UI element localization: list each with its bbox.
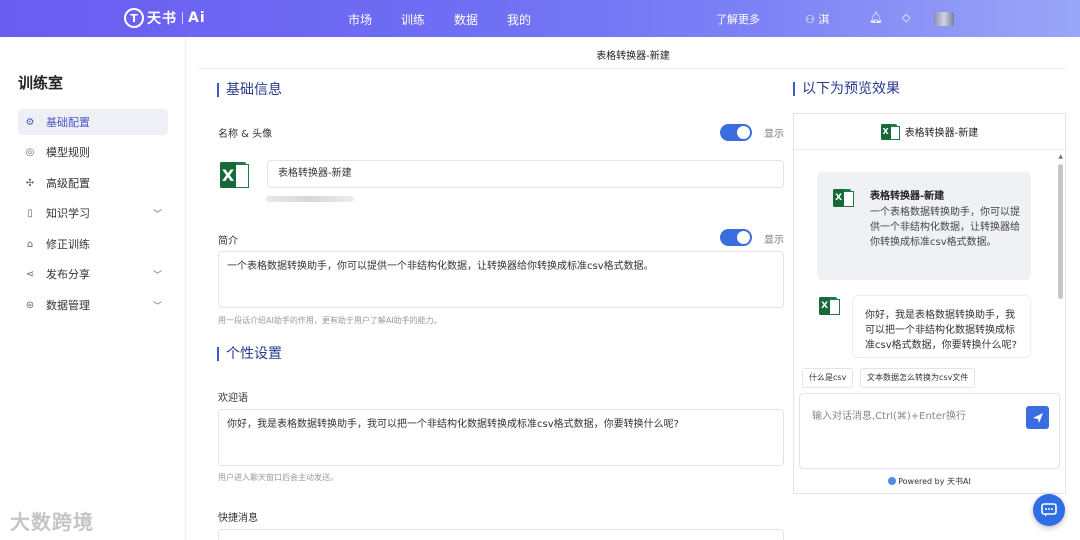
powered-text: Powered by 天书AI (898, 477, 971, 486)
bot-card-name: 表格转换器-新建 (870, 191, 945, 202)
top-nav-bar: T 天书 Ai 市场 训练 数据 我的 了解更多 ⚇ 淇 🔔︎ ◇ (0, 0, 1080, 37)
user-menu[interactable]: ⚇ 淇 (805, 11, 829, 27)
user-icon: ⚇ (805, 13, 815, 26)
main-content: 表格转换器-新建 基础信息 名称 & 头像 显示 X 表格转换器-新建 简介 显… (186, 37, 1080, 540)
learn-more-link[interactable]: 了解更多 (716, 11, 760, 27)
chat-input[interactable]: 输入对话消息,Ctrl(⌘)+Enter换行 (799, 393, 1060, 469)
preview-bot-name: 表格转换器-新建 (904, 128, 979, 139)
brand-logo[interactable]: T 天书 Ai (124, 8, 206, 28)
nav-training[interactable]: 训练 (401, 11, 425, 28)
sidebar: 训练室 ⚙ 基础配置 ◎ 模型规则 ✣ 高级配置 ▯ 知识学习 ﹀ ⌂ 修正训练… (0, 37, 186, 540)
divider (198, 68, 1066, 69)
welcome-hint: 用户进入聊天窗口后会主动发送。 (218, 473, 338, 482)
page-title: 表格转换器-新建 (596, 51, 670, 62)
sidebar-item-label: 修正训练 (46, 238, 90, 251)
sidebar-item-label: 模型规则 (46, 146, 90, 159)
preview-header: X 表格转换器-新建 (794, 114, 1065, 150)
intro-label: 简介 (218, 236, 238, 247)
welcome-message-bubble: 你好，我是表格数据转换助手，我可以把一个非结构化数据转换成标准csv格式数据，你… (852, 295, 1031, 358)
name-show-toggle[interactable] (720, 124, 752, 141)
sidebar-item-label: 基础配置 (46, 116, 90, 129)
quick-chip-what-is-csv[interactable]: 什么是csv (802, 368, 854, 388)
scroll-up-icon[interactable]: ▲ (1058, 153, 1063, 160)
welcome-label: 欢迎语 (218, 393, 248, 404)
section-title-preview: 以下为预览效果 (793, 82, 900, 96)
chat-support-button[interactable] (1033, 494, 1065, 526)
blurred-text (266, 196, 354, 202)
brand-dot-icon (888, 477, 897, 485)
sidebar-item-knowledge[interactable]: ▯ 知识学习 ﹀ (18, 200, 168, 226)
welcome-textarea[interactable]: 你好，我是表格数据转换助手，我可以把一个非结构化数据转换成标准csv格式数据，你… (218, 409, 784, 466)
preview-scrollbar[interactable] (1058, 164, 1063, 299)
sidebar-item-label: 数据管理 (46, 299, 90, 312)
nav-data[interactable]: 数据 (454, 11, 478, 28)
chevron-down-icon: ﹀ (152, 209, 162, 220)
main-nav: 市场 训练 数据 我的 (348, 11, 560, 28)
bot-card-desc: 一个表格数据转换助手，你可以提供一个非结构化数据，让转换器给你转换成标准csv格… (870, 207, 1020, 248)
watermark: 大数跨境 (10, 510, 94, 534)
quick-message-input[interactable] (218, 529, 784, 540)
intro-hint: 用一段话介绍AI助手的作用，更有助于用户了解AI助手的能力。 (218, 316, 442, 325)
section-title-personal: 个性设置 (217, 347, 282, 361)
quick-chip-convert-text[interactable]: 文本数据怎么转换为csv文件 (860, 368, 976, 388)
send-button[interactable] (1026, 406, 1049, 429)
powered-by: Powered by 天书AI (794, 476, 1065, 487)
name-avatar-label: 名称 & 头像 (218, 129, 273, 140)
nav-mine[interactable]: 我的 (507, 11, 531, 28)
sidebar-item-label: 发布分享 (46, 268, 90, 281)
database-icon: ⊜ (25, 299, 35, 311)
target-icon: ◎ (25, 146, 35, 158)
sidebar-item-data-manage[interactable]: ⊜ 数据管理 ﹀ (18, 292, 168, 318)
diamond-icon[interactable]: ◇ (902, 11, 910, 24)
chevron-down-icon: ﹀ (152, 270, 162, 281)
bot-intro-card: X 表格转换器-新建 一个表格数据转换助手，你可以提供一个非结构化数据，让转换器… (817, 172, 1031, 280)
sidebar-title: 训练室 (18, 74, 64, 92)
nav-market[interactable]: 市场 (348, 11, 372, 28)
brand-ai: Ai (188, 10, 206, 26)
sidebar-item-label: 知识学习 (46, 207, 90, 220)
name-input[interactable]: 表格转换器-新建 (267, 160, 784, 188)
sidebar-item-advanced-config[interactable]: ✣ 高级配置 (18, 170, 168, 196)
intro-show-label: 显示 (764, 235, 784, 246)
sidebar-item-correction[interactable]: ⌂ 修正训练 (18, 231, 168, 257)
sidebar-item-publish[interactable]: ⋖ 发布分享 ﹀ (18, 261, 168, 287)
avatar[interactable] (934, 12, 954, 26)
gear-icon: ⚙ (25, 116, 35, 128)
chevron-down-icon: ﹀ (152, 301, 162, 312)
logo-mark-icon: T (124, 8, 144, 28)
quick-message-label: 快捷消息 (218, 513, 258, 524)
excel-icon: X (880, 123, 900, 140)
bell-icon[interactable]: 🔔︎ (869, 11, 883, 24)
bot-avatar-icon: X (819, 297, 840, 315)
excel-avatar-icon[interactable]: X (220, 162, 249, 188)
intro-show-toggle[interactable] (720, 229, 752, 246)
name-show-label: 显示 (764, 129, 784, 140)
intro-textarea[interactable]: 一个表格数据转换助手，你可以提供一个非结构化数据，让转换器给你转换成标准csv格… (218, 251, 784, 308)
share-icon: ⋖ (25, 268, 35, 280)
chat-bubble-icon (1041, 503, 1057, 517)
sidebar-item-basic-config[interactable]: ⚙ 基础配置 (18, 109, 168, 135)
sidebar-item-model-rules[interactable]: ◎ 模型规则 (18, 139, 168, 165)
excel-icon: X (833, 189, 854, 207)
brand-name: 天书 (147, 11, 177, 27)
book-icon: ▯ (27, 207, 33, 219)
sidebar-item-label: 高级配置 (46, 177, 90, 190)
logo-divider (182, 12, 183, 24)
robot-icon: ⌂ (26, 238, 34, 250)
user-name: 淇 (818, 13, 830, 26)
puzzle-icon: ✣ (25, 177, 35, 189)
send-icon (1032, 412, 1043, 423)
section-title-basic: 基础信息 (217, 83, 282, 97)
preview-panel: X 表格转换器-新建 ▲ X 表格转换器-新建 一个表格数据转换助手，你可以提供… (793, 113, 1066, 494)
chat-input-placeholder: 输入对话消息,Ctrl(⌘)+Enter换行 (812, 411, 966, 422)
